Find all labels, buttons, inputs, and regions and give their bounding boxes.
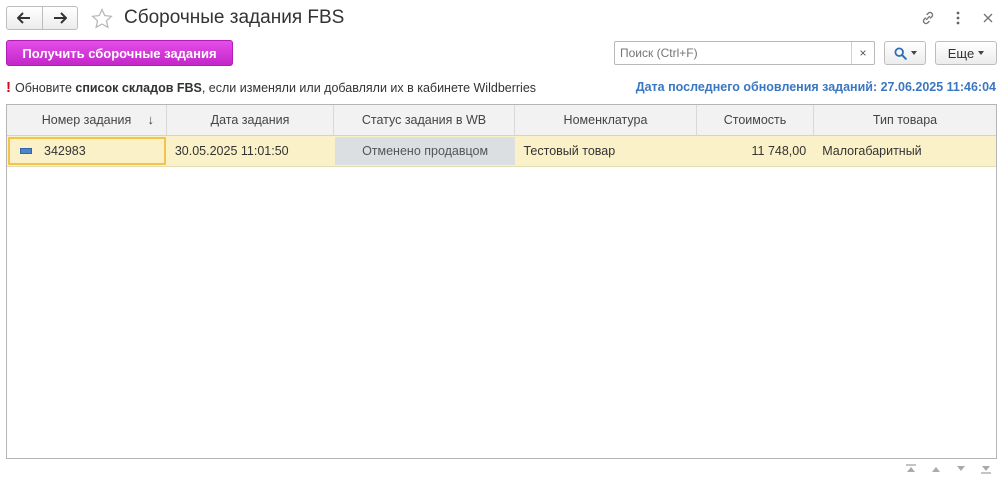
cell-status[interactable]: Отменено продавцом	[334, 137, 516, 165]
more-button-label: Еще	[947, 45, 975, 61]
column-header-label: Номер задания	[41, 113, 132, 127]
column-header-label: Номенклатура	[563, 113, 648, 127]
cell-nomenclature[interactable]: Тестовый товар	[515, 136, 697, 166]
column-header-number[interactable]: Номер задания ↓	[7, 105, 167, 135]
more-button[interactable]: Еще	[935, 41, 997, 65]
column-header-cost[interactable]: Стоимость	[697, 105, 814, 135]
close-icon[interactable]	[979, 9, 997, 27]
column-header-label: Дата задания	[210, 113, 290, 127]
cell-date[interactable]: 30.05.2025 11:01:50	[167, 136, 335, 166]
column-header-status[interactable]: Статус задания в WB	[334, 105, 515, 135]
last-update-date: Дата последнего обновления заданий: 27.0…	[635, 80, 996, 94]
column-header-product-type[interactable]: Тип товара	[814, 105, 996, 135]
table-header: Номер задания ↓ Дата задания Статус зада…	[7, 105, 996, 136]
cell-cost[interactable]: 11 748,00	[697, 136, 814, 166]
scroll-to-last-icon[interactable]	[975, 460, 997, 478]
forward-button[interactable]	[41, 7, 78, 29]
chevron-down-icon	[978, 51, 985, 55]
chevron-down-icon	[910, 51, 917, 55]
column-header-label: Тип товара	[872, 113, 938, 127]
cell-number-value: 342983	[44, 144, 86, 158]
warning-icon: !	[6, 79, 11, 96]
column-header-date[interactable]: Дата задания	[167, 105, 334, 135]
get-assembly-tasks-button[interactable]: Получить сборочные задания	[6, 40, 233, 66]
kebab-menu-icon[interactable]	[949, 9, 967, 27]
search-clear-button[interactable]: ×	[851, 42, 874, 64]
notice-suffix: , если изменяли или добавляли их в кабин…	[201, 81, 537, 95]
cell-product-type[interactable]: Малогабаритный	[814, 136, 996, 166]
column-header-nomenclature[interactable]: Номенклатура	[515, 105, 697, 135]
favorite-star-icon[interactable]	[90, 7, 114, 31]
arrow-right-icon	[53, 12, 67, 24]
scroll-up-icon[interactable]	[925, 460, 947, 478]
column-header-label: Статус задания в WB	[361, 113, 487, 127]
search-icon	[893, 46, 907, 60]
scroll-to-first-icon[interactable]	[900, 460, 922, 478]
back-button[interactable]	[7, 7, 42, 29]
search-input[interactable]	[615, 42, 852, 64]
search-options-button[interactable]	[884, 41, 926, 65]
page-title: Сборочные задания FBS	[124, 7, 345, 28]
cell-number[interactable]: 342983	[8, 137, 166, 165]
navigation-buttons	[6, 6, 78, 30]
search-box: ×	[614, 41, 875, 65]
column-header-label: Стоимость	[723, 113, 787, 127]
warehouse-update-notice: ! Обновите список складов FBS, если измен…	[6, 79, 536, 96]
table-row[interactable]: 342983 30.05.2025 11:01:50 Отменено прод…	[7, 136, 996, 167]
scroll-down-icon[interactable]	[950, 460, 972, 478]
sort-descending-icon: ↓	[147, 112, 155, 127]
assembly-tasks-table: Номер задания ↓ Дата задания Статус зада…	[6, 104, 997, 459]
notice-warehouses-link: список складов FBS	[75, 81, 202, 95]
notice-prefix: Обновите	[15, 81, 76, 95]
arrow-left-icon	[17, 12, 31, 24]
row-status-icon	[20, 148, 32, 154]
link-icon[interactable]	[919, 9, 937, 27]
